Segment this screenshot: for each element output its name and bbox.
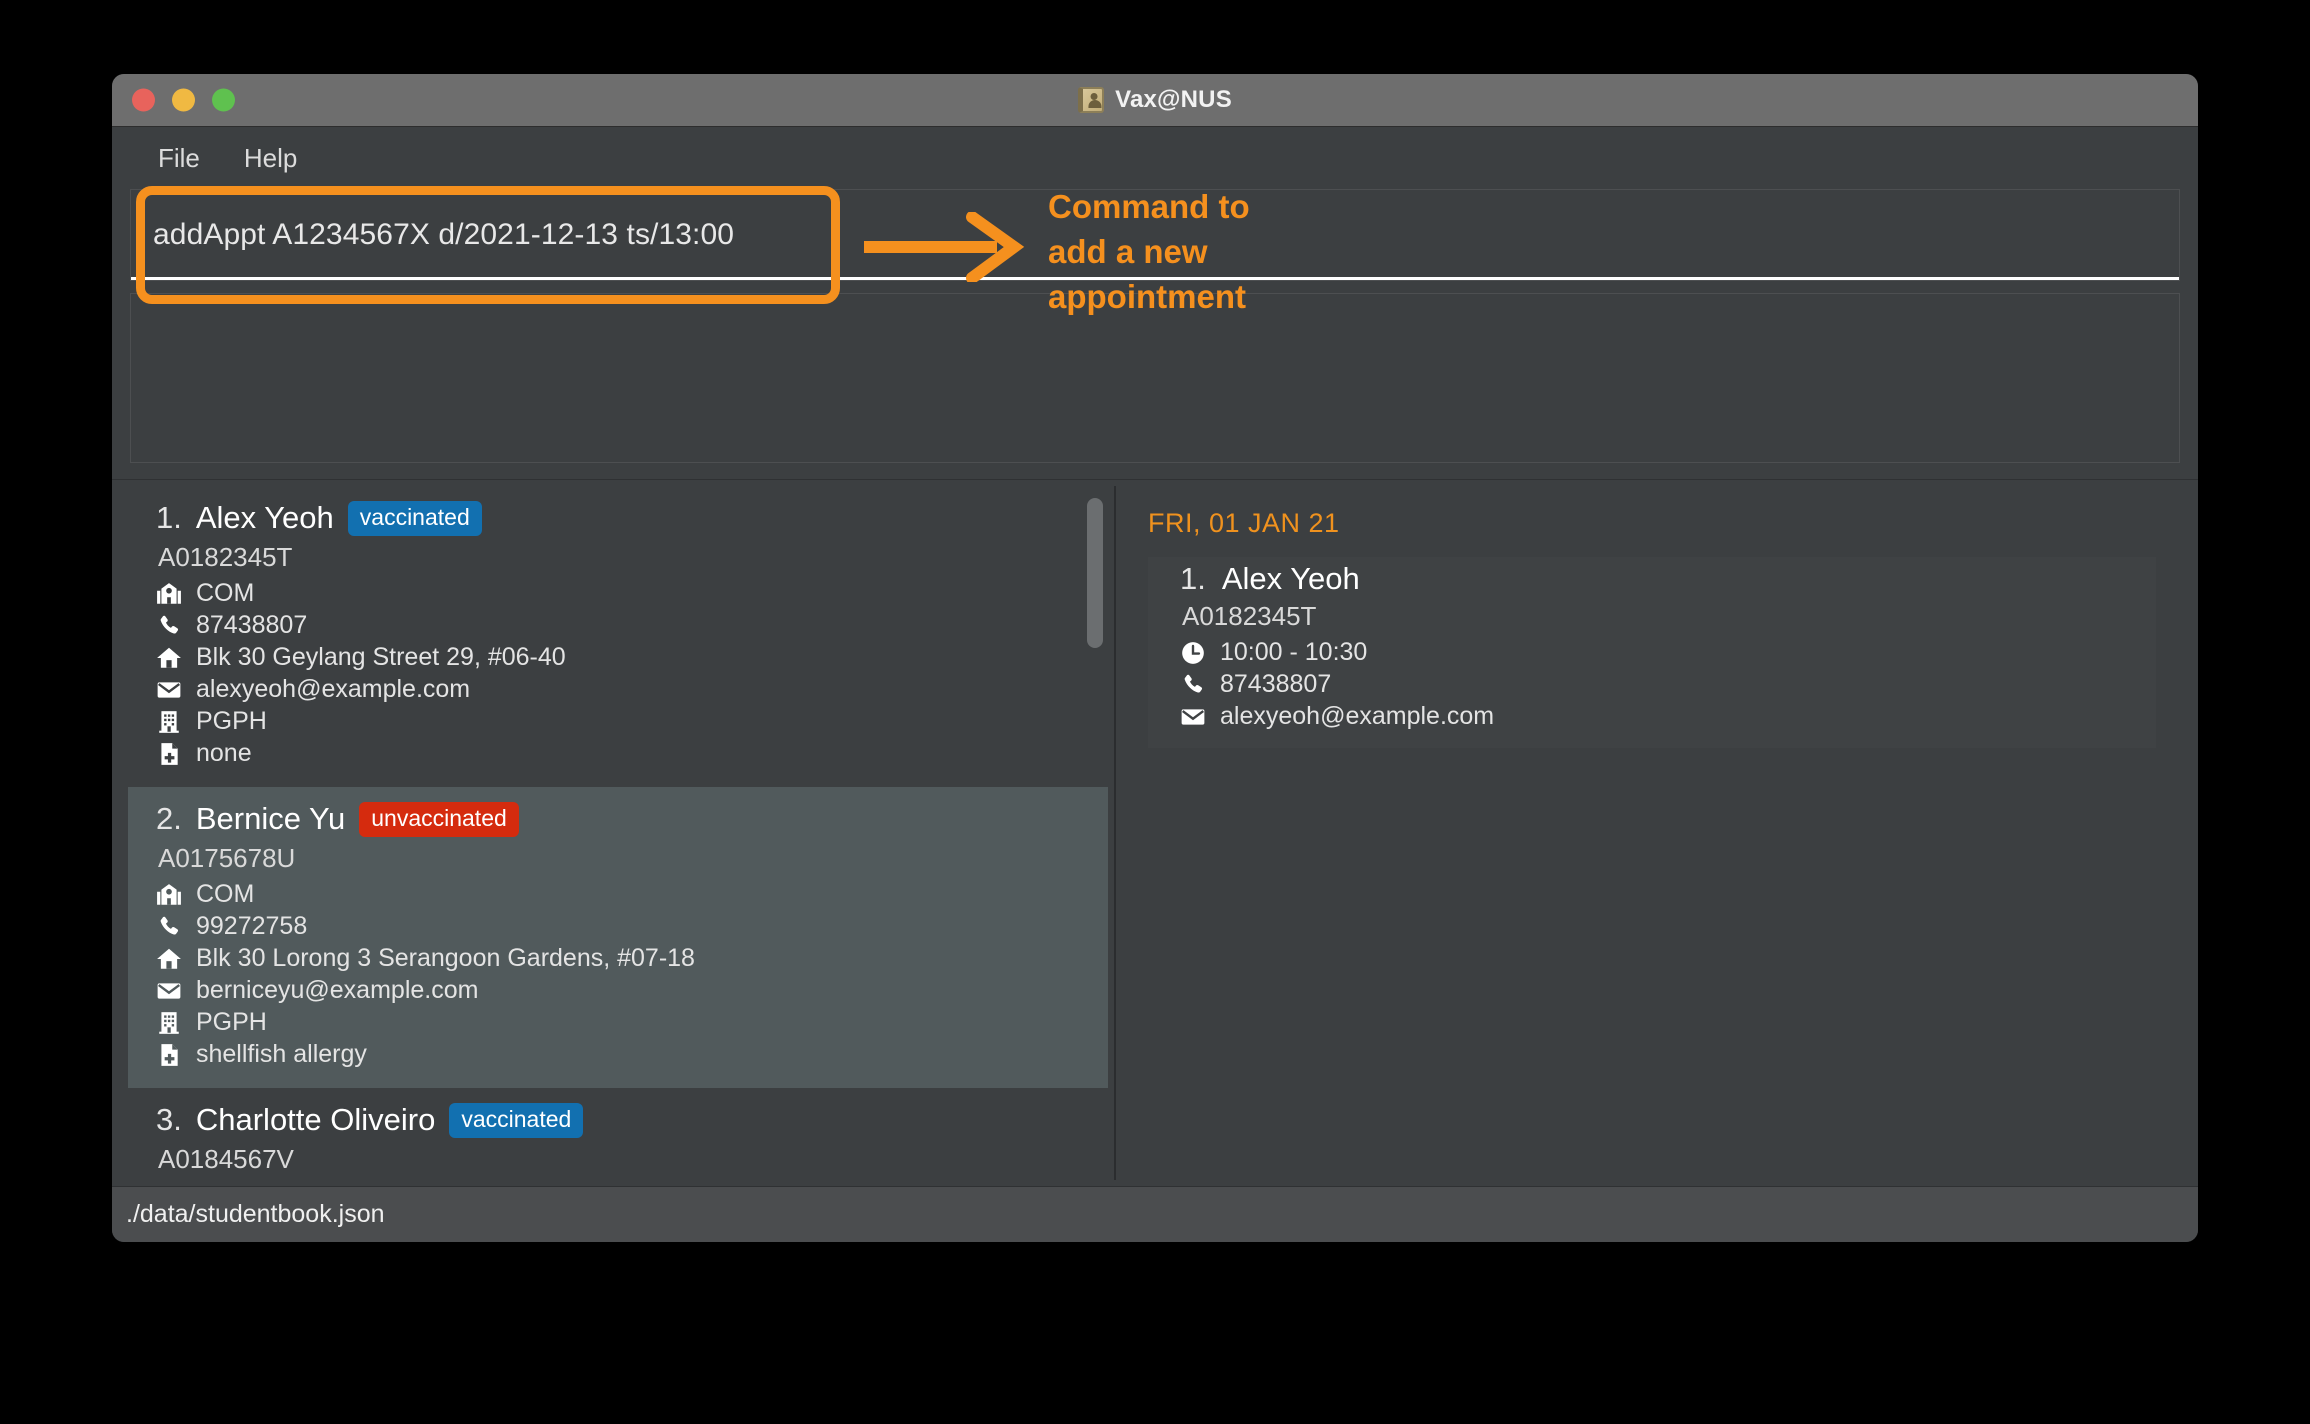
list-item[interactable]: 2. Bernice Yu unvaccinated A0175678U COM… — [128, 787, 1108, 1088]
person-list[interactable]: 1. Alex Yeoh vaccinated A0182345T COM 87… — [128, 486, 1108, 1180]
clock-icon — [1182, 641, 1204, 664]
person-index: 1. — [156, 500, 182, 535]
building-icon — [159, 1011, 179, 1034]
person-medical-row: shellfish allergy — [156, 1040, 1108, 1069]
medical-icon — [161, 742, 178, 765]
person-id: A0184567V — [158, 1144, 294, 1174]
email-icon — [157, 681, 181, 698]
person-phone-row: 99272758 — [156, 912, 1108, 941]
minimize-button[interactable] — [172, 88, 195, 112]
person-faculty: COM — [196, 579, 255, 607]
person-address-row: Blk 30 Geylang Street 29, #06-40 — [156, 643, 1108, 672]
appointment-header: 1. Alex Yeoh — [1180, 561, 2156, 597]
phone-icon — [160, 615, 179, 634]
person-phone: 99272758 — [196, 912, 308, 940]
appointment-card[interactable]: 1. Alex Yeoh A0182345T 10:00 - 10:30 874… — [1148, 557, 2156, 748]
appointment-time-row: 10:00 - 10:30 — [1180, 638, 2156, 667]
main-panes: 1. Alex Yeoh vaccinated A0182345T COM 87… — [112, 479, 2198, 1186]
medical-icon — [161, 1043, 178, 1066]
person-id: A0175678U — [158, 843, 296, 873]
menu-item-help[interactable]: Help — [228, 137, 313, 180]
faculty-icon — [157, 582, 181, 604]
person-faculty-row: COM — [156, 579, 1108, 608]
menu-item-file[interactable]: File — [142, 137, 216, 180]
pane-divider[interactable] — [1108, 486, 1122, 1180]
command-input-value: addAppt A1234567X d/2021-12-13 ts/13:00 — [153, 218, 735, 251]
command-input-underline — [131, 277, 2179, 280]
status-badge: vaccinated — [449, 1102, 584, 1138]
appointment-email: alexyeoh@example.com — [1220, 702, 1495, 730]
addressbook-icon — [1078, 87, 1105, 113]
command-region: addAppt A1234567X d/2021-12-13 ts/13:00 — [112, 189, 2198, 281]
title-bar: Vax@NUS — [112, 74, 2198, 127]
result-display — [130, 293, 2180, 463]
person-residence: PGPH — [196, 707, 267, 735]
person-header: 3. Charlotte Oliveiro vaccinated — [156, 1102, 1108, 1138]
person-name: Alex Yeoh — [195, 500, 334, 535]
person-phone-row: 87438807 — [156, 611, 1108, 640]
appointment-index: 1. — [1180, 561, 1206, 596]
person-medical: none — [196, 739, 252, 767]
building-icon — [159, 710, 179, 733]
appointment-email-row: alexyeoh@example.com — [1180, 702, 2156, 731]
status-badge: vaccinated — [347, 500, 482, 536]
phone-icon — [1184, 674, 1203, 693]
person-index: 2. — [156, 801, 182, 836]
maximize-button[interactable] — [212, 88, 235, 112]
person-email-row: alexyeoh@example.com — [156, 675, 1108, 704]
menu-bar: File Help — [112, 127, 2198, 189]
list-item[interactable]: 1. Alex Yeoh vaccinated A0182345T COM 87… — [128, 486, 1108, 787]
title-group: Vax@NUS — [112, 86, 2198, 114]
person-residence-row: PGPH — [156, 1008, 1108, 1037]
status-bar: ./data/studentbook.json — [112, 1186, 2198, 1242]
application-window: Vax@NUS File Help addAppt A1234567X d/20… — [112, 74, 2198, 1242]
faculty-icon — [157, 883, 181, 905]
phone-icon — [160, 916, 179, 935]
appointment-time: 10:00 - 10:30 — [1220, 638, 1368, 666]
appointment-name: Alex Yeoh — [1221, 561, 1360, 596]
person-header: 1. Alex Yeoh vaccinated — [156, 500, 1108, 536]
appointment-phone: 87438807 — [1220, 670, 1332, 698]
person-address-row: Blk 30 Lorong 3 Serangoon Gardens, #07-1… — [156, 944, 1108, 973]
status-badge: unvaccinated — [359, 801, 519, 837]
person-list-scrollbar[interactable] — [1084, 490, 1104, 1176]
person-list-panel: 1. Alex Yeoh vaccinated A0182345T COM 87… — [128, 486, 1108, 1180]
result-region — [112, 281, 2198, 479]
home-icon — [157, 948, 181, 969]
person-phone: 87438807 — [196, 611, 308, 639]
window-title: Vax@NUS — [1115, 86, 1232, 113]
person-medical-row: none — [156, 739, 1108, 768]
person-medical: shellfish allergy — [196, 1040, 367, 1068]
status-bar-path: ./data/studentbook.json — [126, 1200, 385, 1228]
scrollbar-thumb[interactable] — [1087, 498, 1103, 648]
close-button[interactable] — [132, 88, 155, 112]
person-residence-row: PGPH — [156, 707, 1108, 736]
person-address: Blk 30 Lorong 3 Serangoon Gardens, #07-1… — [196, 944, 695, 972]
list-item[interactable]: 3. Charlotte Oliveiro vaccinated A018456… — [128, 1088, 1108, 1180]
person-index: 3. — [156, 1102, 182, 1137]
person-address: Blk 30 Geylang Street 29, #06-40 — [196, 643, 566, 671]
window-controls — [132, 88, 235, 112]
appointment-phone-row: 87438807 — [1180, 670, 2156, 699]
command-input[interactable]: addAppt A1234567X d/2021-12-13 ts/13:00 — [130, 189, 2180, 281]
person-residence: PGPH — [196, 1008, 267, 1036]
person-email: berniceyu@example.com — [196, 976, 479, 1004]
appointment-id: A0182345T — [1182, 601, 1317, 631]
person-faculty-row: COM — [156, 880, 1108, 909]
person-name: Charlotte Oliveiro — [195, 1102, 436, 1137]
appointment-panel: FRI, 01 JAN 21 1. Alex Yeoh A0182345T 10… — [1122, 486, 2182, 1180]
person-email: alexyeoh@example.com — [196, 675, 471, 703]
person-faculty: COM — [196, 880, 255, 908]
person-id: A0182345T — [158, 542, 293, 572]
person-name: Bernice Yu — [195, 801, 346, 836]
email-icon — [157, 982, 181, 999]
appointment-date-header: FRI, 01 JAN 21 — [1148, 508, 1340, 538]
person-header: 2. Bernice Yu unvaccinated — [156, 801, 1108, 837]
email-icon — [1181, 708, 1205, 725]
home-icon — [157, 647, 181, 668]
person-email-row: berniceyu@example.com — [156, 976, 1108, 1005]
